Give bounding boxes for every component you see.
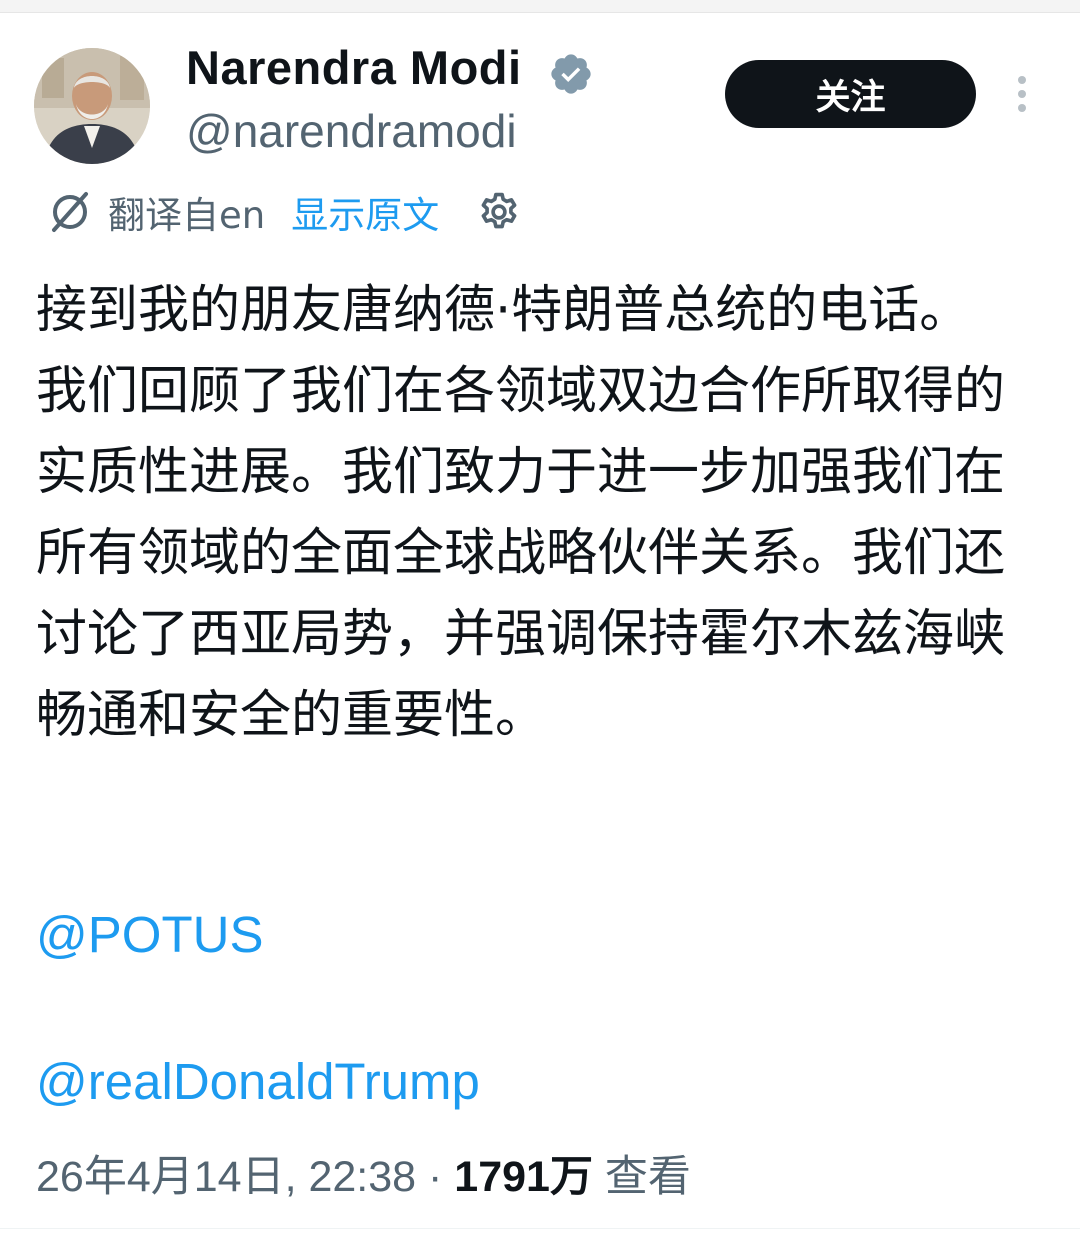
divider xyxy=(0,1228,1080,1229)
mention-link[interactable]: @realDonaldTrump xyxy=(36,1052,480,1111)
follow-button[interactable]: 关注 xyxy=(725,60,976,128)
avatar-image xyxy=(34,48,150,164)
timestamp[interactable]: 26年4月14日, 22:38 xyxy=(36,1153,416,1201)
meta-separator: · xyxy=(416,1153,455,1201)
gear-icon[interactable] xyxy=(477,190,521,234)
show-original-link[interactable]: 显示原文 xyxy=(291,185,439,239)
more-options-icon[interactable] xyxy=(1010,74,1034,114)
mention-link[interactable]: @POTUS xyxy=(36,905,263,964)
view-count: 1791万 xyxy=(454,1153,593,1201)
tweet-text: 接到我的朋友唐纳德·特朗普总统的电话。我们回顾了我们在各领域双边合作所取得的实质… xyxy=(36,281,1006,745)
avatar[interactable] xyxy=(34,48,150,164)
verified-badge-icon xyxy=(551,54,591,94)
translated-from-label: 翻译自en xyxy=(108,194,266,237)
tweet-meta: 26年4月14日, 22:38 · 1791万 查看 xyxy=(36,1142,691,1204)
views-label: 查看 xyxy=(592,1153,691,1201)
top-edge xyxy=(0,0,1080,13)
translation-bar: 翻译自en 显示原文 xyxy=(46,182,521,242)
author-name[interactable]: Narendra Modi xyxy=(186,40,522,95)
author-handle[interactable]: @narendramodi xyxy=(186,104,517,158)
translate-icon xyxy=(52,192,88,232)
